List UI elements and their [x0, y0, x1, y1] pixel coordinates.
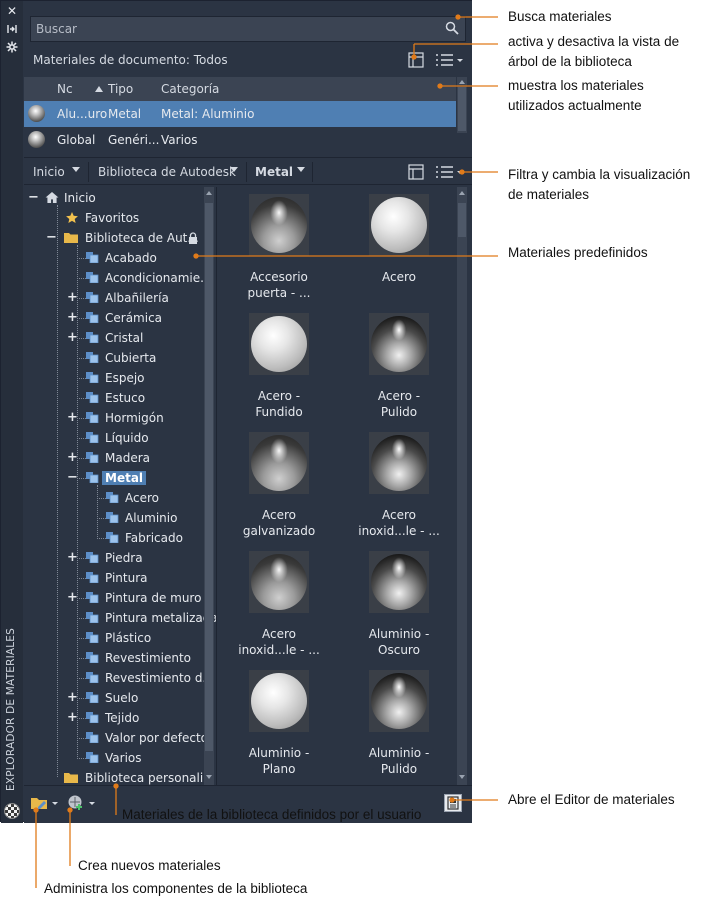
callout-filter: Filtra y cambia la visualización de mate…	[508, 167, 691, 202]
callout-search: Busca materiales	[508, 9, 612, 24]
callout-editor: Abre el Editor de materiales	[508, 792, 675, 807]
callout-predefined: Materiales predefinidos	[508, 245, 648, 260]
annotation-leaders	[33, 14, 498, 888]
callout-create: Crea nuevos materiales	[78, 858, 221, 873]
callout-user-library: Materiales de la biblioteca definidos po…	[122, 807, 422, 822]
callout-tree-toggle: activa y desactiva la vista de árbol de …	[508, 34, 680, 69]
callout-manage: Administra los componentes de la bibliot…	[44, 881, 308, 896]
callout-in-use: muestra los materiales utilizados actual…	[508, 78, 644, 113]
